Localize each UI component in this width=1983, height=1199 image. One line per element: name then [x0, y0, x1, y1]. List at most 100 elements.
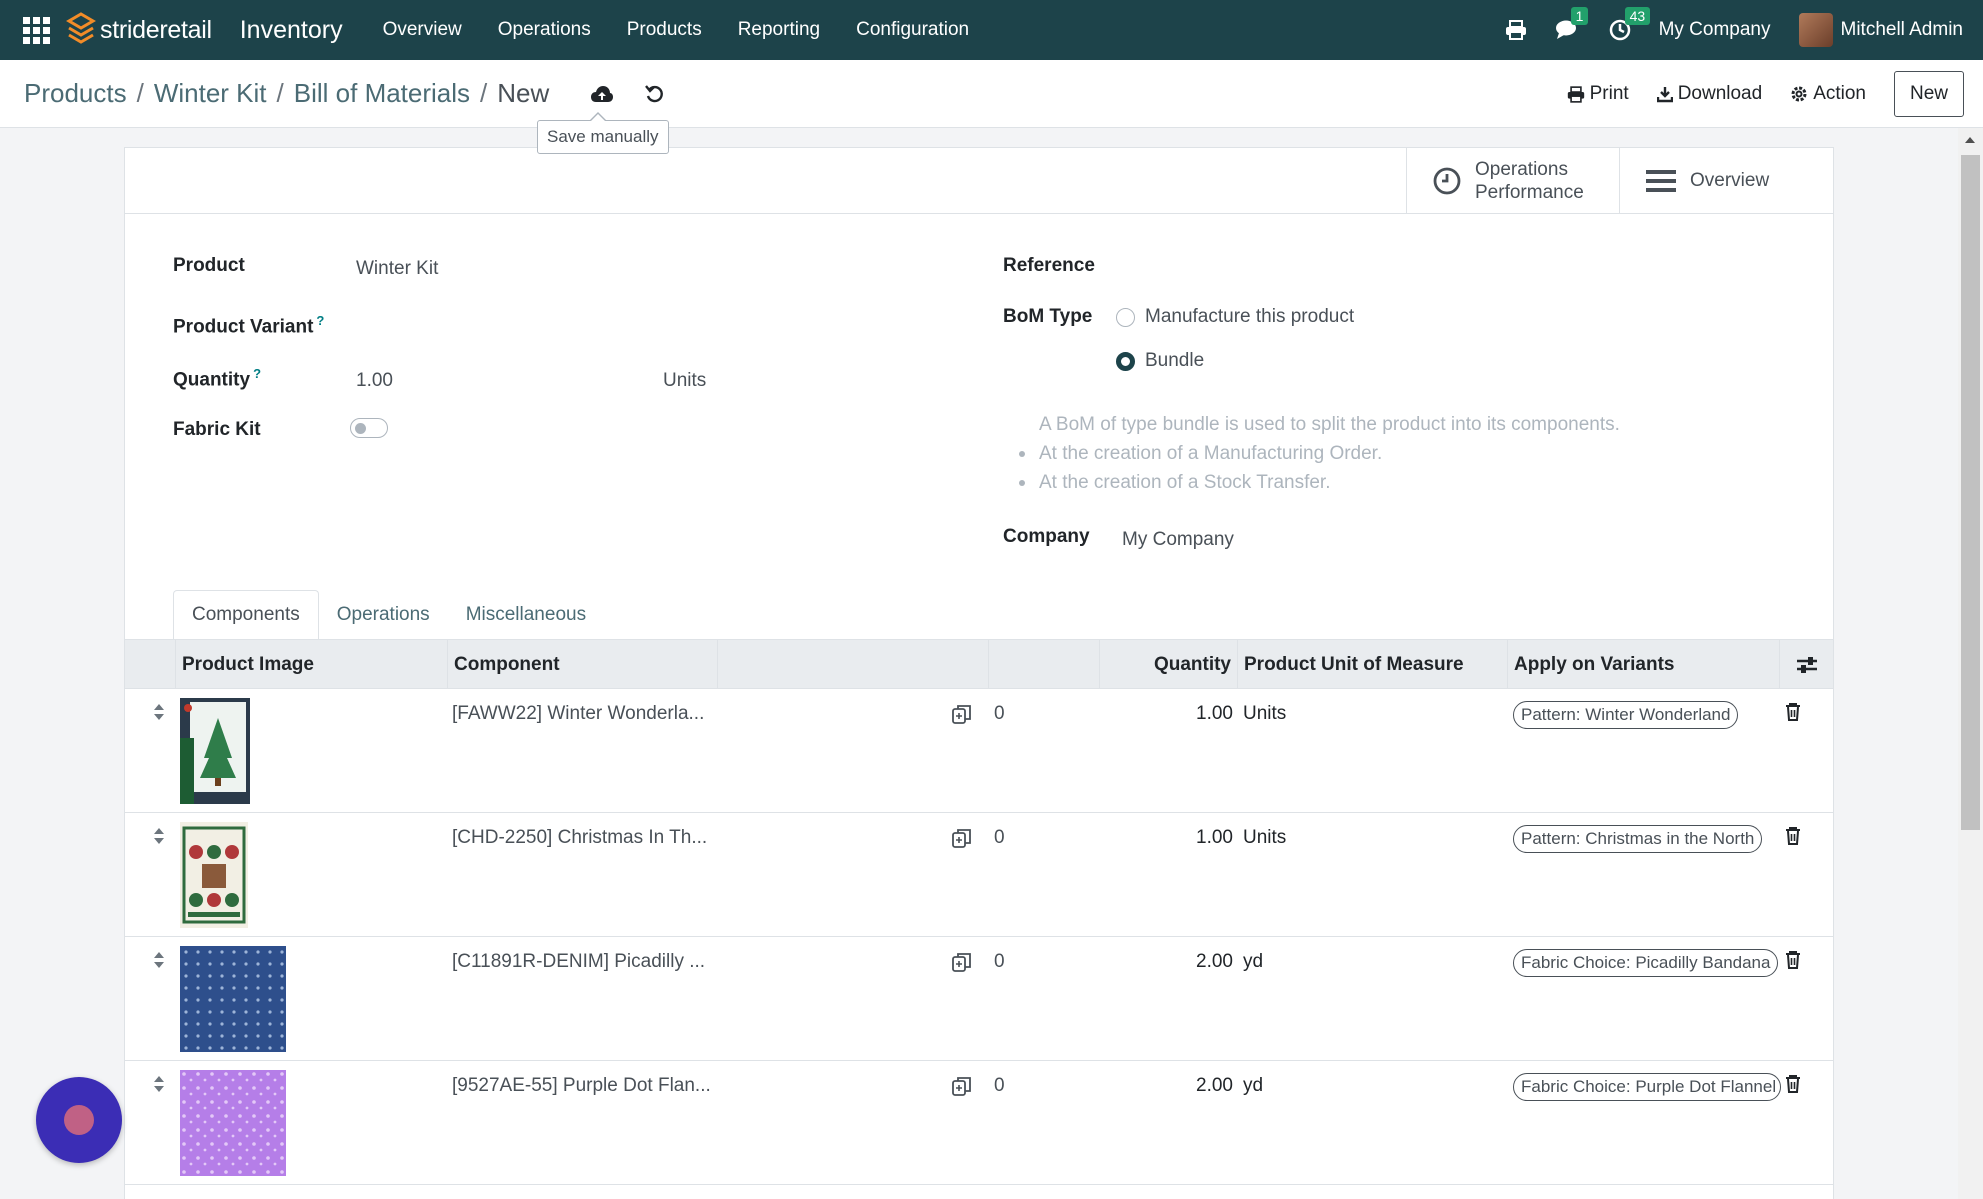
radio-bundle-label[interactable]: Bundle [1145, 350, 1204, 372]
component-uom[interactable]: yd [1243, 1075, 1263, 1097]
tab-operations[interactable]: Operations [319, 590, 448, 640]
menu-reporting[interactable]: Reporting [720, 19, 838, 41]
overview-button[interactable]: Overview [1619, 148, 1833, 214]
tab-components[interactable]: Components [173, 590, 319, 640]
brand-logo[interactable]: strideretail [66, 12, 212, 48]
save-manually-tooltip: Save manually [537, 112, 669, 154]
operations-performance-line2: Performance [1475, 182, 1584, 203]
menu-products[interactable]: Products [609, 19, 720, 41]
action-menu-button[interactable]: Action [1790, 83, 1866, 105]
component-quantity[interactable]: 2.00 [1133, 1075, 1233, 1097]
trash-icon[interactable] [1785, 703, 1801, 721]
column-uom[interactable]: Product Unit of Measure [1237, 640, 1507, 689]
company-label: Company [1003, 526, 1090, 547]
new-button[interactable]: New [1894, 71, 1964, 117]
app-grid-icon[interactable] [20, 14, 52, 46]
variant-tag[interactable]: Fabric Choice: Purple Dot Flannel [1513, 1073, 1781, 1101]
radio-bundle[interactable] [1116, 352, 1135, 371]
company-field[interactable]: My Company [1122, 529, 1234, 551]
scrollbar-thumb[interactable] [1961, 155, 1980, 830]
radio-manufacture[interactable] [1116, 308, 1135, 327]
copy-icon[interactable] [952, 952, 972, 972]
table-row[interactable]: [FAWW22] Winter Wonderla... 0 1.00 Units… [125, 689, 1833, 813]
activities-icon[interactable]: 43 [1609, 7, 1651, 41]
optional-columns-button[interactable] [1779, 640, 1833, 689]
product-thumbnail [180, 946, 286, 1052]
component-quantity[interactable]: 1.00 [1133, 827, 1233, 849]
variant-tag[interactable]: Pattern: Christmas in the North [1513, 825, 1763, 853]
product-field[interactable]: Winter Kit [356, 258, 438, 280]
variant-tag[interactable]: Pattern: Winter Wonderland [1513, 701, 1739, 729]
scroll-up-arrow-icon[interactable] [1965, 137, 1975, 143]
component-name[interactable]: [9527AE-55] Purple Dot Flan... [452, 1075, 711, 1097]
download-icon [1656, 86, 1673, 102]
table-row[interactable]: [C11891R-DENIM] Picadilly ... 0 2.00 yd … [125, 937, 1833, 1061]
chat-launcher-button[interactable] [36, 1077, 122, 1163]
radio-manufacture-label[interactable]: Manufacture this product [1145, 306, 1354, 328]
breadcrumb-products[interactable]: Products [24, 78, 127, 109]
help-tooltip-icon[interactable]: ? [316, 313, 324, 328]
bom-type-label: BoM Type [1003, 306, 1093, 327]
reference-label: Reference [1003, 255, 1095, 276]
menu-overview[interactable]: Overview [365, 19, 480, 41]
discard-changes-button[interactable] [638, 80, 672, 108]
stride-logo-icon [66, 12, 96, 44]
drag-handle-icon[interactable] [153, 703, 165, 721]
component-uom[interactable]: yd [1243, 951, 1263, 973]
print-icon[interactable] [1505, 20, 1527, 40]
trash-icon[interactable] [1785, 951, 1801, 969]
copy-icon[interactable] [952, 1076, 972, 1096]
operations-performance-button[interactable]: Operations Performance [1406, 148, 1619, 214]
component-quantity[interactable]: 2.00 [1133, 951, 1233, 973]
drag-handle-icon[interactable] [153, 951, 165, 969]
component-name[interactable]: [CHD-2250] Christmas In Th... [452, 827, 707, 849]
save-manually-button[interactable] [584, 80, 620, 108]
quantity-uom[interactable]: Units [663, 370, 706, 392]
drag-handle-icon[interactable] [153, 1075, 165, 1093]
trash-icon[interactable] [1785, 1075, 1801, 1093]
company-switcher[interactable]: My Company [1659, 19, 1771, 41]
print-icon [1567, 85, 1584, 103]
component-uom[interactable]: Units [1243, 827, 1286, 849]
table-row[interactable]: [9527AE-55] Purple Dot Flan... 0 2.00 yd… [125, 1061, 1833, 1185]
breadcrumb: Products / Winter Kit / Bill of Material… [24, 78, 549, 109]
avatar[interactable] [1798, 13, 1833, 47]
menu-configuration[interactable]: Configuration [838, 19, 987, 41]
breadcrumb-separator: / [136, 78, 144, 108]
column-apply-on-variants[interactable]: Apply on Variants [1507, 640, 1779, 689]
component-uom[interactable]: Units [1243, 703, 1286, 725]
copy-icon[interactable] [952, 828, 972, 848]
column-product-image[interactable]: Product Image [175, 640, 447, 689]
breadcrumb-bill-of-materials[interactable]: Bill of Materials [294, 78, 470, 109]
form-sheet: Operations Performance Overview Product … [124, 147, 1834, 1199]
app-title[interactable]: Inventory [240, 16, 343, 45]
component-stock: 0 [994, 1075, 1005, 1096]
messages-icon[interactable]: 1 [1555, 7, 1589, 41]
tab-miscellaneous[interactable]: Miscellaneous [448, 590, 604, 640]
action-label: Action [1813, 83, 1866, 104]
product-label: Product [173, 255, 245, 276]
component-quantity[interactable]: 1.00 [1133, 703, 1233, 725]
drag-handle-icon[interactable] [153, 827, 165, 845]
control-actions: Print Download Action New [1567, 60, 1983, 128]
help-tooltip-icon[interactable]: ? [253, 366, 261, 381]
table-row[interactable]: [CHD-2250] Christmas In Th... 0 1.00 Uni… [125, 813, 1833, 937]
copy-icon[interactable] [952, 704, 972, 724]
top-navbar: strideretail Inventory Overview Operatio… [0, 0, 1983, 60]
user-menu[interactable]: Mitchell Admin [1841, 19, 1964, 41]
variant-tag[interactable]: Fabric Choice: Picadilly Bandana [1513, 949, 1779, 977]
component-name[interactable]: [C11891R-DENIM] Picadilly ... [452, 951, 705, 973]
menu-operations[interactable]: Operations [480, 19, 609, 41]
breadcrumb-winter-kit[interactable]: Winter Kit [154, 78, 267, 109]
component-name[interactable]: [FAWW22] Winter Wonderla... [452, 703, 704, 725]
fabric-kit-toggle[interactable] [350, 418, 388, 438]
column-quantity[interactable]: Quantity [1099, 640, 1237, 689]
components-table-header: Product Image Component Quantity Product… [125, 639, 1833, 689]
overview-label: Overview [1690, 170, 1770, 191]
trash-icon[interactable] [1785, 827, 1801, 845]
column-component[interactable]: Component [447, 640, 717, 689]
download-button[interactable]: Download [1656, 83, 1762, 105]
product-thumbnail [180, 698, 250, 804]
quantity-field[interactable]: 1.00 [356, 370, 393, 392]
print-button[interactable]: Print [1567, 83, 1629, 105]
